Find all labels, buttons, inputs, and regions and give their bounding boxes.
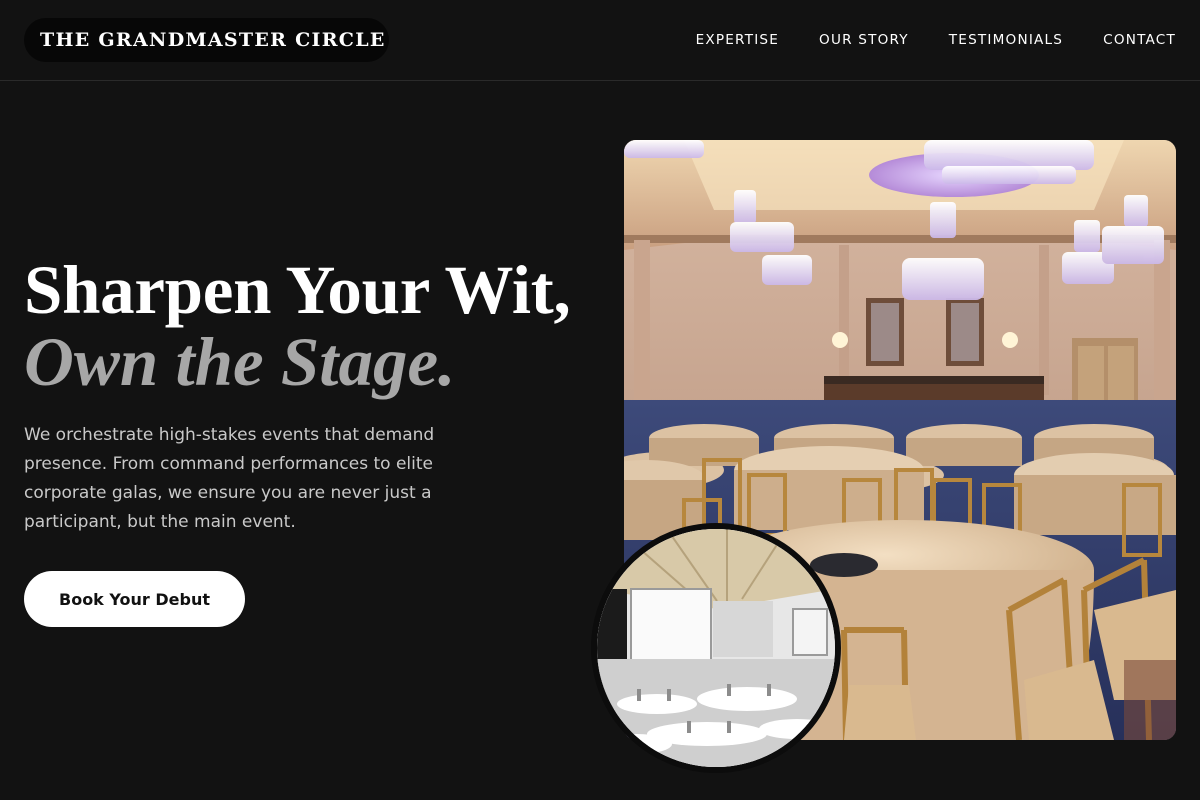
nav-link-expertise[interactable]: EXPERTISE: [696, 31, 779, 49]
book-debut-button[interactable]: Book Your Debut: [24, 571, 245, 627]
hero-headline-line1: Sharpen Your Wit,: [24, 252, 571, 328]
site-header: THE GRANDMASTER CIRCLE EXPERTISE OUR STO…: [0, 0, 1200, 81]
main-nav: EXPERTISE OUR STORY TESTIMONIALS CONTACT: [696, 31, 1176, 49]
nav-link-contact[interactable]: CONTACT: [1103, 31, 1176, 49]
landing-page: THE GRANDMASTER CIRCLE EXPERTISE OUR STO…: [0, 0, 1200, 800]
nav-link-our-story[interactable]: OUR STORY: [819, 31, 909, 49]
nav-link-testimonials[interactable]: TESTIMONIALS: [949, 31, 1063, 49]
conference-hall-image: [591, 523, 841, 773]
brand-logo[interactable]: THE GRANDMASTER CIRCLE: [24, 18, 389, 62]
hero-headline-line2: Own the Stage.: [24, 324, 456, 400]
hero-description: We orchestrate high-stakes events that d…: [24, 425, 435, 532]
